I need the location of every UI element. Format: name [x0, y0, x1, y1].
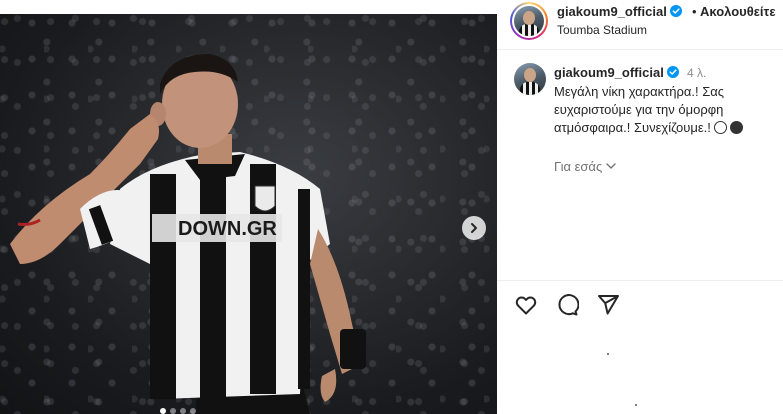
caption-username-text[interactable]: giakoum9_official	[554, 65, 664, 80]
header-username-text[interactable]: giakoum9_official	[557, 4, 667, 19]
svg-text:DOWN.GR: DOWN.GR	[178, 218, 277, 240]
top-strip	[0, 0, 497, 14]
avatar	[514, 6, 544, 36]
carousel-dot	[160, 408, 166, 414]
header-username[interactable]: giakoum9_official	[557, 4, 682, 19]
black-circle-emoji-icon	[729, 121, 743, 134]
for-you-label[interactable]: Για εσάς	[554, 159, 602, 174]
story-avatar[interactable]	[510, 2, 548, 40]
caption-timestamp[interactable]: 4 λ.	[687, 66, 706, 80]
verified-badge-icon	[666, 66, 679, 78]
share-button[interactable]	[596, 293, 620, 317]
carousel-dot	[170, 408, 176, 414]
chevron-down-icon	[606, 163, 616, 169]
comment-icon	[558, 294, 580, 316]
chevron-right-icon	[471, 223, 477, 233]
verified-badge-icon	[669, 5, 682, 17]
carousel-dot	[190, 408, 196, 414]
white-circle-emoji-icon	[713, 121, 727, 134]
post-header: giakoum9_official • Ακολουθείτε Toumba S…	[497, 0, 783, 50]
header-separator: •	[692, 4, 697, 19]
post-image[interactable]: DOWN.GR	[0, 14, 497, 414]
for-you-toggle[interactable]: Για εσάς	[554, 159, 616, 174]
post-side-panel: giakoum9_official • Ακολουθείτε Toumba S…	[497, 0, 783, 414]
caption-username[interactable]: giakoum9_official	[554, 65, 679, 80]
heart-icon	[515, 296, 537, 315]
carousel-dots	[160, 408, 196, 414]
action-bar	[514, 293, 620, 317]
share-icon	[598, 295, 619, 315]
like-button[interactable]	[514, 293, 538, 317]
following-button[interactable]: Ακολουθείτε	[700, 4, 776, 19]
player-illustration: DOWN.GR	[10, 54, 366, 414]
loading-dot	[635, 404, 637, 406]
next-image-button[interactable]	[462, 216, 486, 240]
loading-dot	[607, 353, 609, 355]
comment-button[interactable]	[555, 293, 580, 317]
actions-divider	[497, 280, 783, 281]
carousel-dot	[180, 408, 186, 414]
caption-text-content: Μεγάλη νίκη χαρακτήρα.! Σας ευχαριστούμε…	[554, 84, 725, 135]
location-link[interactable]: Toumba Stadium	[557, 23, 647, 37]
caption-avatar[interactable]	[514, 63, 546, 95]
caption-text: Μεγάλη νίκη χαρακτήρα.! Σας ευχαριστούμε…	[554, 83, 776, 137]
